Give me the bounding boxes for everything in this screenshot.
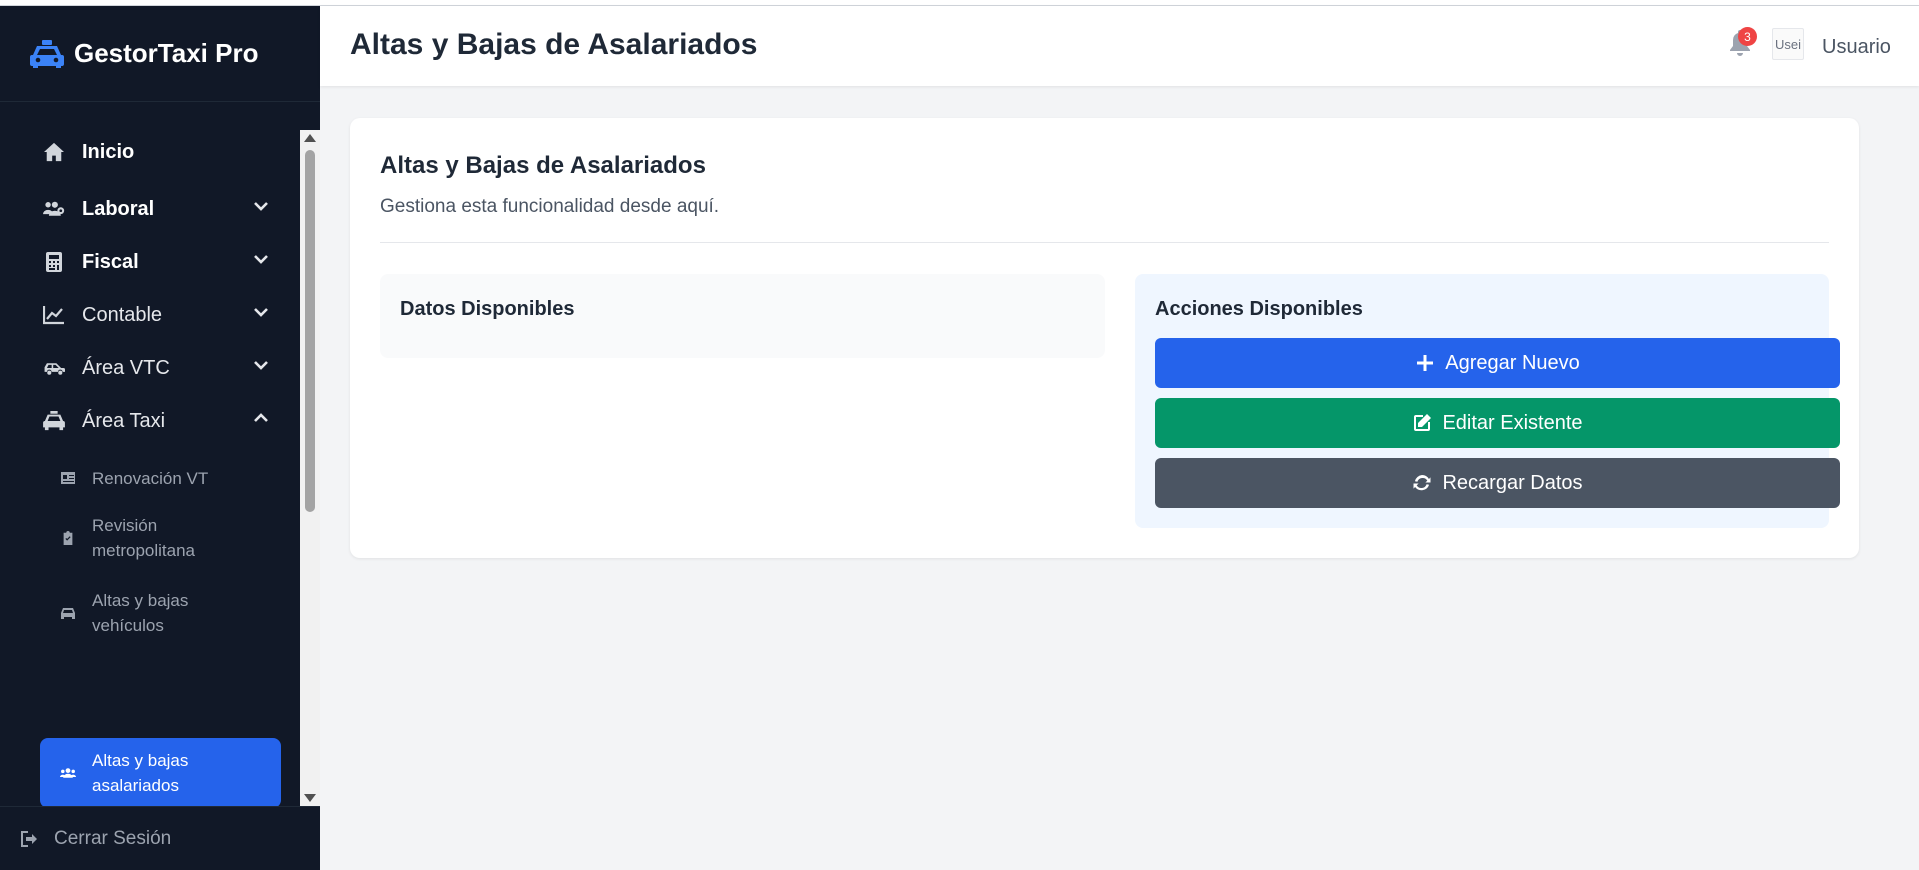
notification-badge: 3 xyxy=(1738,27,1757,46)
edit-existing-button[interactable]: Editar Existente xyxy=(1155,398,1840,448)
data-panel: Datos Disponibles xyxy=(380,274,1105,358)
sidebar-scrollbar[interactable] xyxy=(300,130,320,806)
sidebar-subitem-altas-bajas-asalariados[interactable]: Altas y bajas asalariados xyxy=(40,738,281,806)
car-side-icon xyxy=(40,358,68,378)
brand[interactable]: GestorTaxi Pro xyxy=(0,6,320,102)
sidebar-subitem-altas-bajas-vehiculos[interactable]: Altas y bajas vehículos xyxy=(40,585,281,641)
calculator-icon xyxy=(40,252,68,272)
scroll-down-arrow-icon[interactable] xyxy=(304,794,316,802)
sidebar-subitem-label: Revisión metropolitana xyxy=(92,516,196,560)
car-icon xyxy=(58,606,78,620)
scroll-thumb[interactable] xyxy=(305,150,315,512)
plus-icon xyxy=(1417,355,1434,371)
page-title: Altas y Bajas de Asalariados xyxy=(350,28,758,61)
sidebar-item-label: Inicio xyxy=(82,140,135,163)
data-panel-title: Datos Disponibles xyxy=(400,298,575,320)
sidebar-subitem-label: Altas y bajas asalariados xyxy=(92,751,189,795)
user-name[interactable]: Usuario xyxy=(1822,36,1891,59)
sidebar-item-label: Área Taxi xyxy=(82,409,166,432)
card-title: Altas y Bajas de Asalariados xyxy=(380,152,706,179)
sign-out-icon xyxy=(21,830,37,847)
sidebar-nav: Inicio Laboral Fiscal Contable Área VTC … xyxy=(0,130,320,806)
scroll-up-arrow-icon[interactable] xyxy=(304,134,316,142)
add-new-button[interactable]: Agregar Nuevo xyxy=(1155,338,1840,388)
logout-label: Cerrar Sesión xyxy=(54,827,172,849)
chevron-down-icon xyxy=(252,356,270,380)
sidebar-item-laboral[interactable]: Laboral xyxy=(20,187,300,231)
sync-icon xyxy=(1413,475,1431,491)
card-subtitle: Gestiona esta funcionalidad desde aquí. xyxy=(380,196,720,217)
edit-icon xyxy=(1414,414,1432,431)
users-cog-icon xyxy=(40,199,68,219)
main-card: Altas y Bajas de Asalariados Gestiona es… xyxy=(350,118,1859,558)
id-card-icon xyxy=(58,471,78,485)
taxi-logo-icon xyxy=(30,39,64,68)
reload-data-label: Recargar Datos xyxy=(1442,471,1583,494)
edit-existing-label: Editar Existente xyxy=(1442,411,1583,434)
sidebar-item-label: Área VTC xyxy=(82,356,170,379)
sidebar-item-fiscal[interactable]: Fiscal xyxy=(20,240,300,284)
sidebar: GestorTaxi Pro Inicio Laboral Fiscal Con… xyxy=(0,6,320,870)
brand-name: GestorTaxi Pro xyxy=(74,38,259,68)
sidebar-item-area-taxi[interactable]: Área Taxi xyxy=(20,399,300,443)
sidebar-item-contable[interactable]: Contable xyxy=(20,293,300,337)
add-new-label: Agregar Nuevo xyxy=(1445,351,1580,374)
users-icon xyxy=(58,766,78,780)
avatar[interactable]: Usei xyxy=(1772,28,1804,60)
sidebar-item-label: Contable xyxy=(82,303,163,326)
clipboard-check-icon xyxy=(58,531,78,545)
chevron-down-icon xyxy=(252,303,270,327)
sidebar-subitem-renovacion-vt[interactable]: Renovación VT xyxy=(40,458,281,498)
divider xyxy=(380,242,1829,243)
sidebar-subitem-label: Renovación VT xyxy=(92,468,209,488)
sidebar-item-area-vtc[interactable]: Área VTC xyxy=(20,346,300,390)
sidebar-subitem-label: Altas y bajas vehículos xyxy=(92,591,189,635)
sidebar-item-label: Laboral xyxy=(82,197,155,220)
sidebar-item-inicio[interactable]: Inicio xyxy=(20,130,300,174)
actions-panel: Acciones Disponibles Agregar Nuevo Edita… xyxy=(1135,274,1840,528)
top-header: Altas y Bajas de Asalariados 3 Usei Usua… xyxy=(320,6,1919,86)
chevron-down-icon xyxy=(252,250,270,274)
sidebar-item-label: Fiscal xyxy=(82,250,139,273)
chevron-up-icon xyxy=(252,409,270,433)
taxi-icon xyxy=(40,411,68,431)
home-icon xyxy=(40,142,68,162)
chevron-down-icon xyxy=(252,197,270,221)
chart-line-icon xyxy=(40,305,68,325)
actions-panel-title: Acciones Disponibles xyxy=(1155,298,1363,320)
reload-data-button[interactable]: Recargar Datos xyxy=(1155,458,1840,508)
logout-button[interactable]: Cerrar Sesión xyxy=(0,806,320,870)
sidebar-subitem-revision-metropolitana[interactable]: Revisión metropolitana xyxy=(40,510,281,566)
